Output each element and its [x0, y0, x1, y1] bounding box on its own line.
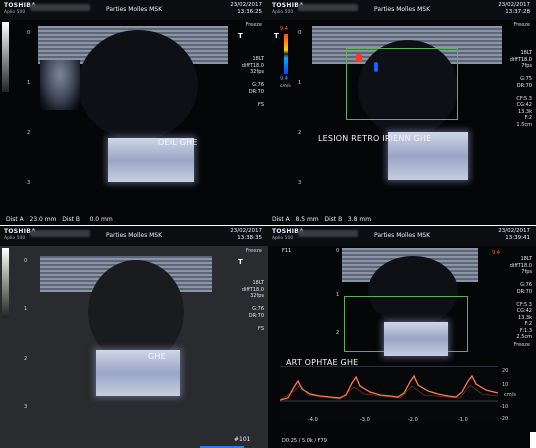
exam-datetime: 23/02/2017 13:39:41 — [498, 228, 530, 241]
velocity-unit: cm/s — [504, 392, 516, 398]
depth-mark: 0 — [27, 30, 31, 36]
acquisition-params: 18LT diffT18.0 7fps G:76 DR:70 CF:5.3 CG:42 1… — [509, 256, 532, 340]
depth-mark: 1 — [27, 80, 31, 86]
model-label: Aplio 500 — [272, 10, 294, 15]
image-annotation: GHE — [148, 352, 166, 361]
time-tick: -2.0 — [408, 417, 418, 423]
image-annotation: OEIL GHE — [158, 138, 198, 147]
depth-mark: 2 — [27, 130, 31, 136]
time-tick: -3.0 — [360, 417, 370, 423]
freeze-label: Freeze — [513, 342, 530, 348]
depth-mark: 3 — [24, 404, 28, 410]
globe-shadow — [88, 260, 184, 364]
depth-mark: 0 — [24, 258, 28, 264]
exam-datetime: 23/02/2017 13:36:25 — [230, 2, 262, 15]
depth-mark: 0 — [336, 248, 340, 254]
velocity-tick: 10 — [502, 382, 509, 388]
doppler-waveform — [279, 374, 499, 402]
transducer-marker: T — [238, 32, 243, 40]
ultrasound-panel-4: TOSHIBA Aplio 500 Parties Molles MSK 23/… — [268, 226, 536, 448]
image-annotation: LESION RETRO IRIENN GHE — [318, 134, 432, 143]
patient-name-redacted — [30, 4, 90, 11]
exam-title: Parties Molles MSK — [373, 232, 431, 239]
patient-name-redacted — [30, 230, 90, 237]
exam-datetime: 23/02/2017 13:37:28 — [498, 2, 530, 15]
measurement-readout: Dist A 8.5 mm Dist B 3.8 mm — [272, 216, 372, 223]
panel-header: TOSHIBA Aplio 500 Parties Molles MSK 23/… — [0, 226, 268, 246]
colorbar-unit: cm/s — [280, 84, 291, 89]
model-label: Aplio 500 — [4, 10, 26, 15]
depth-mark: 1 — [24, 306, 28, 312]
acquisition-params: 18LT diffT18.0 7fps G:75 DR:70 CF:5.3 CG:42 1… — [509, 50, 532, 128]
measurement-readout: Dist A 23.0 mm Dist B 0.0 mm — [6, 216, 113, 223]
image-edge — [530, 432, 536, 448]
velocity-tick: 20 — [502, 368, 509, 374]
patient-name-redacted — [298, 4, 358, 11]
model-label: Aplio 500 — [272, 236, 294, 241]
velocity-tick: -10 — [500, 404, 509, 410]
depth-mark: 2 — [336, 330, 340, 336]
depth-mark: 1 — [336, 292, 340, 298]
colorbar-top-value: 9.4 — [280, 26, 288, 32]
time-tick: -1.0 — [458, 417, 468, 423]
freeze-label: Freeze — [513, 22, 530, 28]
frame-tag: F11 — [282, 248, 292, 254]
globe-shadow — [78, 30, 198, 140]
panel-header: TOSHIBA Aplio 500 Parties Molles MSK 23/… — [0, 0, 268, 20]
color-flow-spot — [374, 62, 378, 72]
ultrasound-panel-1: TOSHIBA Aplio 500 Parties Molles MSK 23/… — [0, 0, 268, 225]
panel-header: TOSHIBA Aplio 500 Parties Molles MSK 23/… — [268, 0, 536, 20]
transducer-marker: T — [274, 32, 279, 40]
exam-title: Parties Molles MSK — [105, 6, 163, 13]
depth-mark: 3 — [298, 180, 302, 186]
velocity-tick: -20 — [500, 416, 509, 422]
spectral-doppler-trace: -4.0 -3.0 -2.0 -1.0 — [279, 366, 499, 423]
depth-mark: 2 — [298, 130, 302, 136]
ultrasound-panel-3: TOSHIBA Aplio 500 Parties Molles MSK 23/… — [0, 226, 268, 448]
ultrasound-image — [40, 60, 80, 110]
echo-region — [384, 322, 448, 356]
acquisition-params: 18LT diffT18.0 32fps G:76 DR:70 FS — [241, 56, 264, 108]
colorbar-top-value: 9.4 — [492, 250, 500, 256]
exam-datetime: 23/02/2017 13:38:35 — [230, 228, 262, 241]
exam-title: Parties Molles MSK — [373, 6, 431, 13]
freeze-label: Freeze — [245, 22, 262, 28]
ultrasound-panel-2: TOSHIBA Aplio 500 Parties Molles MSK 23/… — [268, 0, 536, 225]
grayscale-bar — [2, 22, 9, 92]
color-flow-spot — [356, 54, 362, 62]
colorbar-bottom-value: 9.4 — [280, 76, 288, 82]
doppler-footer: D0:25 / 5.0k / F79 — [282, 438, 327, 444]
frame-number: #101 — [234, 436, 251, 443]
depth-mark: 2 — [24, 356, 28, 362]
exam-title: Parties Molles MSK — [105, 232, 163, 239]
color-doppler-scale — [284, 34, 288, 74]
freeze-label: Freeze — [245, 248, 262, 254]
depth-mark: 3 — [27, 180, 31, 186]
panel-header: TOSHIBA Aplio 500 Parties Molles MSK 23/… — [268, 226, 536, 246]
transducer-marker: T — [238, 258, 243, 266]
echo-region — [96, 350, 180, 396]
model-label: Aplio 500 — [4, 236, 26, 241]
depth-mark: 0 — [298, 30, 302, 36]
color-box — [346, 48, 458, 120]
depth-mark: 1 — [298, 80, 302, 86]
grayscale-bar — [2, 248, 9, 318]
time-tick: -4.0 — [308, 417, 318, 423]
patient-name-redacted — [298, 230, 358, 237]
acquisition-params: 18LT diffT18.0 32fps G:76 DR:70 FS — [241, 280, 264, 332]
